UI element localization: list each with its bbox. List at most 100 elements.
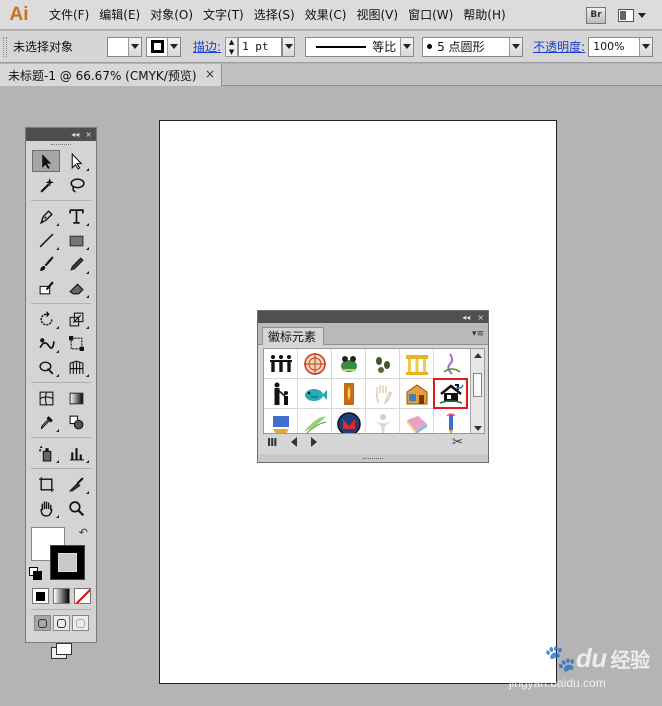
- free-transform-tool[interactable]: [62, 332, 90, 354]
- chevron-down-icon[interactable]: [282, 36, 296, 57]
- blend-icon: [69, 415, 83, 429]
- menu-edit[interactable]: 编辑(E): [94, 0, 145, 30]
- type-tool[interactable]: [62, 205, 90, 227]
- stroke-color-dropdown[interactable]: [146, 36, 182, 57]
- collapse-icon[interactable]: ◂◂: [462, 313, 470, 322]
- fill-color-dropdown[interactable]: [107, 36, 143, 57]
- menu-effect[interactable]: 效果(C): [300, 0, 352, 30]
- symbol-library-menu-icon[interactable]: Ⅲ: [267, 436, 277, 449]
- opacity-dropdown[interactable]: 100%: [588, 36, 654, 57]
- column-graph-tool[interactable]: [62, 442, 90, 464]
- symbol-hand[interactable]: [366, 379, 399, 408]
- place-symbol-icon[interactable]: ✂: [452, 435, 463, 450]
- draw-inside-button[interactable]: [71, 615, 89, 631]
- symbol-target[interactable]: [298, 349, 331, 378]
- none-mode-button[interactable]: [73, 588, 91, 604]
- symbol-house-selected[interactable]: [433, 378, 468, 409]
- lasso-tool[interactable]: [62, 174, 90, 196]
- symbols-panel-resize-grip[interactable]: [258, 454, 488, 462]
- stroke-weight-field[interactable]: 1 pt: [238, 36, 283, 57]
- next-library-icon[interactable]: [311, 437, 318, 447]
- bridge-button[interactable]: Br: [586, 6, 606, 24]
- scale-tool[interactable]: [62, 308, 90, 330]
- warp-tool[interactable]: [32, 332, 60, 354]
- watermark-url: jingyan.baidu.com: [509, 676, 606, 690]
- artboard-tool[interactable]: [32, 473, 60, 495]
- symbol-leaves[interactable]: [366, 349, 399, 378]
- symbol-torch[interactable]: [332, 379, 365, 408]
- tab-logo-elements[interactable]: 徽标元素: [262, 327, 324, 345]
- artboard-icon: [38, 476, 54, 492]
- symbol-grid-scrollbar[interactable]: [470, 349, 484, 433]
- menu-object[interactable]: 对象(O): [145, 0, 198, 30]
- control-bar-grip[interactable]: [3, 36, 7, 57]
- perspective-grid-tool[interactable]: [62, 356, 90, 378]
- selection-arrow-icon: [41, 153, 51, 169]
- opacity-panel-link[interactable]: 不透明度:: [533, 38, 585, 55]
- stepper-arrows[interactable]: ▲ ▼: [225, 36, 239, 57]
- selection-tool[interactable]: [32, 150, 60, 172]
- brush-definition-dropdown[interactable]: 5 点圆形: [422, 36, 524, 57]
- symbol-house-box[interactable]: [400, 379, 433, 408]
- fill-stroke-widget: ↶: [26, 524, 96, 586]
- close-icon[interactable]: ×: [477, 313, 484, 322]
- paintbrush-tool[interactable]: [32, 253, 60, 275]
- close-icon[interactable]: ×: [205, 67, 215, 81]
- symbol-swirl[interactable]: [434, 349, 467, 378]
- pencil-tool[interactable]: [62, 253, 90, 275]
- draw-normal-button[interactable]: [33, 615, 51, 631]
- slice-tool[interactable]: [62, 473, 90, 495]
- symbol-sprayer-tool[interactable]: [32, 442, 60, 464]
- rectangle-tool[interactable]: [62, 229, 90, 251]
- stroke-panel-link[interactable]: 描边:: [193, 38, 221, 55]
- previous-library-icon[interactable]: [291, 437, 298, 447]
- rotate-tool[interactable]: [32, 308, 60, 330]
- symbol-family[interactable]: [264, 379, 297, 408]
- stroke-profile-dropdown[interactable]: 等比: [305, 36, 415, 57]
- symbol-fish[interactable]: [298, 379, 331, 408]
- menu-help[interactable]: 帮助(H): [458, 0, 510, 30]
- menu-view[interactable]: 视图(V): [351, 0, 403, 30]
- opacity-field[interactable]: 100%: [589, 40, 639, 53]
- chevron-down-icon: [128, 37, 142, 56]
- close-icon[interactable]: ×: [85, 130, 92, 139]
- eyedropper-tool[interactable]: [32, 411, 60, 433]
- draw-behind-button[interactable]: [52, 615, 70, 631]
- collapse-icon[interactable]: ◂◂: [71, 130, 79, 139]
- magic-wand-tool[interactable]: [32, 174, 60, 196]
- tools-panel-header[interactable]: ◂◂ ×: [26, 128, 96, 141]
- menu-type[interactable]: 文字(T): [198, 0, 249, 30]
- menu-file[interactable]: 文件(F): [44, 0, 94, 30]
- blob-brush-tool[interactable]: [32, 277, 60, 299]
- line-segment-tool[interactable]: [32, 229, 60, 251]
- default-fill-stroke-icon[interactable]: [29, 567, 42, 580]
- screen-mode-button[interactable]: [26, 637, 96, 663]
- symbol-grid-viewport: [263, 348, 485, 434]
- mesh-tool[interactable]: [32, 387, 60, 409]
- zoom-tool[interactable]: [62, 497, 90, 519]
- swap-fill-stroke-icon[interactable]: ↶: [79, 526, 88, 539]
- menu-select[interactable]: 选择(S): [249, 0, 300, 30]
- shape-builder-tool[interactable]: [32, 356, 60, 378]
- shape-builder-icon: [38, 360, 53, 374]
- symbol-columns[interactable]: [400, 349, 433, 378]
- direct-selection-tool[interactable]: [62, 150, 90, 172]
- symbol-sprayer-icon: [38, 445, 51, 461]
- gradient-mode-button[interactable]: [52, 588, 70, 604]
- document-tab[interactable]: 未标题-1 @ 66.67% (CMYK/预览) ×: [0, 64, 222, 86]
- stroke-weight-spinner[interactable]: ▲ ▼ 1 pt: [225, 36, 296, 57]
- tools-panel-grip[interactable]: [26, 141, 96, 149]
- panel-menu-icon[interactable]: ▾≡: [472, 329, 484, 339]
- stroke-color-box[interactable]: [50, 545, 85, 580]
- symbol-people[interactable]: [264, 349, 297, 378]
- eraser-tool[interactable]: [62, 277, 90, 299]
- menu-window[interactable]: 窗口(W): [403, 0, 458, 30]
- gradient-tool[interactable]: [62, 387, 90, 409]
- symbol-frog[interactable]: [332, 349, 365, 378]
- color-mode-button[interactable]: [31, 588, 49, 604]
- blend-tool[interactable]: [62, 411, 90, 433]
- pen-tool[interactable]: [32, 205, 60, 227]
- hand-tool[interactable]: [32, 497, 60, 519]
- workspace-switcher[interactable]: [618, 5, 654, 25]
- symbols-panel-header[interactable]: ◂◂ ×: [258, 311, 488, 323]
